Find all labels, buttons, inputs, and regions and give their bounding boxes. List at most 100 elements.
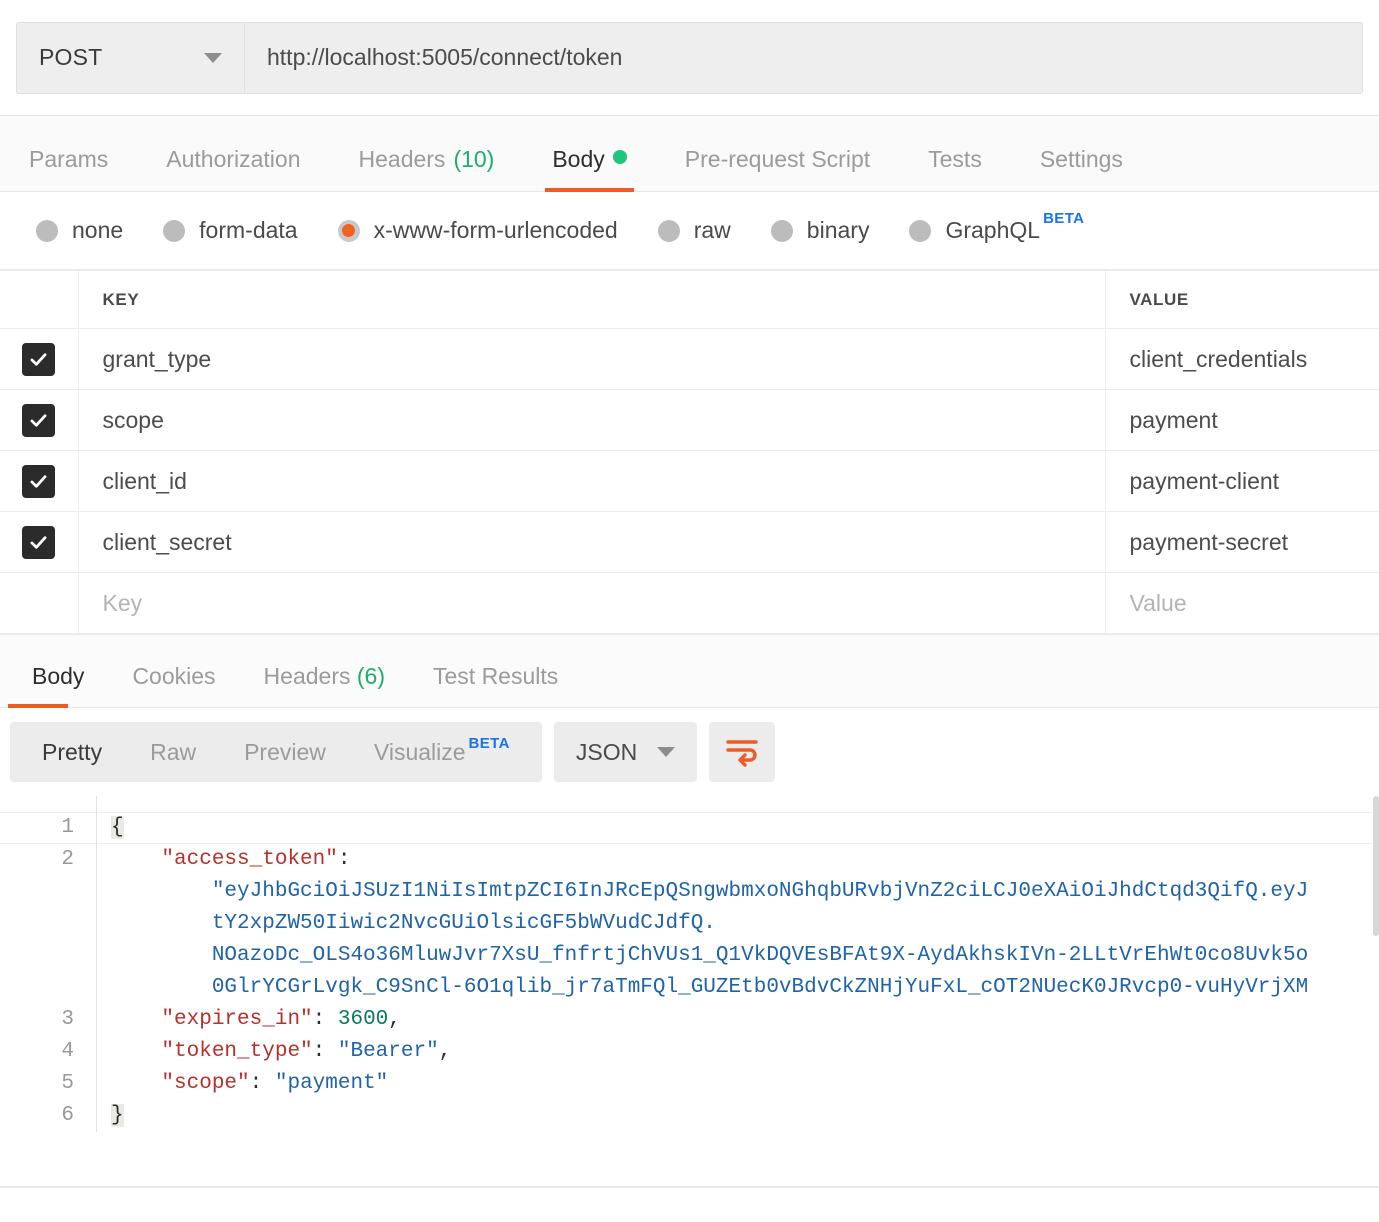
tab-tests[interactable]: Tests: [899, 146, 1011, 191]
response-tab-cookies-label: Cookies: [132, 663, 216, 689]
body-type-binary[interactable]: binary: [770, 217, 869, 244]
row-checkbox-cell: [0, 389, 79, 451]
response-tab-test-results-label: Test Results: [433, 663, 559, 689]
code-token: "access_token": [161, 848, 338, 871]
body-type-none[interactable]: none: [36, 217, 123, 244]
table-header-checkbox-cell: [0, 270, 79, 329]
new-row-value-input[interactable]: Value: [1105, 572, 1379, 634]
line-number: 1: [61, 816, 74, 839]
tab-authorization-label: Authorization: [166, 146, 301, 172]
tab-params-label: Params: [29, 146, 109, 172]
response-tab-bar: Body Cookies Headers (6) Test Results: [0, 634, 1379, 708]
response-tab-body[interactable]: Body: [8, 663, 108, 708]
body-type-graphql-label: GraphQL: [945, 217, 1041, 243]
tab-authorization[interactable]: Authorization: [137, 146, 329, 191]
body-modified-dot-icon: [612, 150, 627, 164]
tab-headers[interactable]: Headers (10): [330, 146, 524, 191]
view-mode-pretty-label: Pretty: [42, 738, 103, 765]
body-type-form-data-label: form-data: [199, 217, 298, 243]
graphql-beta-badge: BETA: [1043, 210, 1085, 227]
radio-icon: [657, 219, 680, 242]
body-type-raw[interactable]: raw: [657, 217, 731, 244]
table-header-row: KEY VALUE: [0, 270, 1379, 329]
new-row-key-input[interactable]: Key: [78, 572, 1106, 634]
row-value[interactable]: client_credentials: [1105, 328, 1379, 390]
response-tab-body-label: Body: [32, 663, 85, 689]
line-number-blank: [0, 940, 74, 972]
response-tab-headers-count: (6): [356, 663, 385, 689]
row-checkbox-cell: [0, 450, 79, 512]
code-token: 3600: [337, 1008, 389, 1031]
code-token: "Bearer": [337, 1040, 439, 1063]
code-token: :: [312, 1040, 338, 1063]
view-mode-raw-label: Raw: [150, 738, 197, 765]
response-tab-test-results[interactable]: Test Results: [409, 663, 582, 707]
response-tab-headers-label: Headers: [263, 663, 351, 689]
line-number-blank: [0, 972, 74, 1004]
view-mode-raw[interactable]: Raw: [126, 739, 220, 766]
view-mode-preview-label: Preview: [244, 738, 326, 765]
code-vertical-scrollbar[interactable]: [1373, 796, 1379, 936]
row-key[interactable]: grant_type: [78, 328, 1106, 390]
table-row: grant_type client_credentials: [0, 328, 1379, 390]
code-line: {: [97, 812, 1379, 844]
code-token: "payment": [274, 1072, 389, 1095]
body-type-graphql[interactable]: GraphQL BETA: [909, 210, 1084, 244]
tab-headers-label: Headers: [358, 146, 446, 172]
radio-selected-icon: [337, 219, 360, 242]
view-mode-preview[interactable]: Preview: [220, 739, 350, 766]
view-mode-pretty[interactable]: Pretty: [18, 739, 126, 766]
row-value[interactable]: payment-client: [1105, 450, 1379, 512]
code-line: tY2xpZW50Iiwic2NvcGUiOlsicGF5bWVudCJdfQ.: [97, 908, 1379, 940]
body-type-x-www-form-urlencoded[interactable]: x-www-form-urlencoded: [337, 217, 618, 244]
response-code-lines: { "access_token": "eyJhbGciOiJSUzI1NiIsI…: [96, 796, 1379, 1132]
row-value[interactable]: payment-secret: [1105, 511, 1379, 573]
row-enabled-checkbox[interactable]: [22, 342, 56, 376]
row-key[interactable]: scope: [78, 389, 1106, 451]
request-url-bar: POST http://localhost:5005/connect/token: [0, 0, 1379, 116]
row-enabled-checkbox[interactable]: [22, 525, 56, 559]
code-token: :: [249, 1072, 275, 1095]
response-format-select[interactable]: JSON: [553, 722, 698, 782]
chevron-down-icon: [204, 52, 222, 63]
response-tab-cookies[interactable]: Cookies: [108, 663, 239, 707]
response-view-mode-group: Pretty Raw Preview Visualize BETA: [10, 722, 542, 782]
tab-pre-request-script-label: Pre-request Script: [684, 146, 871, 172]
line-number: 5: [61, 1072, 74, 1095]
request-url-value: http://localhost:5005/connect/token: [267, 44, 623, 70]
response-tab-headers[interactable]: Headers (6): [240, 663, 409, 707]
row-key[interactable]: client_secret: [78, 511, 1106, 573]
visualize-beta-badge: BETA: [468, 734, 510, 752]
body-type-form-data[interactable]: form-data: [163, 217, 298, 244]
view-mode-visualize[interactable]: Visualize BETA: [350, 735, 534, 766]
tab-pre-request-script[interactable]: Pre-request Script: [656, 146, 899, 191]
tab-body-label: Body: [552, 146, 605, 172]
tab-params[interactable]: Params: [0, 146, 137, 191]
code-line: "scope": "payment": [97, 1068, 1379, 1100]
viewer-bottom-edge: [0, 1186, 1379, 1188]
radio-icon: [909, 219, 932, 242]
http-method-selector[interactable]: POST: [16, 21, 244, 94]
tab-settings[interactable]: Settings: [1011, 146, 1152, 191]
code-token: "scope": [161, 1072, 250, 1095]
body-type-radio-group: none form-data x-www-form-urlencoded raw…: [0, 192, 1379, 270]
wrap-lines-button[interactable]: [709, 722, 776, 782]
request-url-input[interactable]: http://localhost:5005/connect/token: [244, 21, 1363, 94]
row-value[interactable]: payment: [1105, 389, 1379, 451]
tab-body[interactable]: Body: [523, 146, 655, 192]
table-row: scope payment: [0, 389, 1379, 451]
row-key[interactable]: client_id: [78, 450, 1106, 512]
code-token: tY2xpZW50Iiwic2NvcGUiOlsicGF5bWVudCJdfQ.: [211, 912, 716, 935]
radio-icon: [36, 219, 58, 242]
body-type-raw-label: raw: [693, 217, 731, 243]
response-body-viewer[interactable]: 1 2 3 4 5 6 { "access_token": "eyJhbGciO…: [0, 796, 1379, 1188]
code-token: "token_type": [161, 1040, 313, 1063]
row-enabled-checkbox[interactable]: [22, 403, 56, 437]
row-enabled-checkbox[interactable]: [22, 464, 56, 498]
